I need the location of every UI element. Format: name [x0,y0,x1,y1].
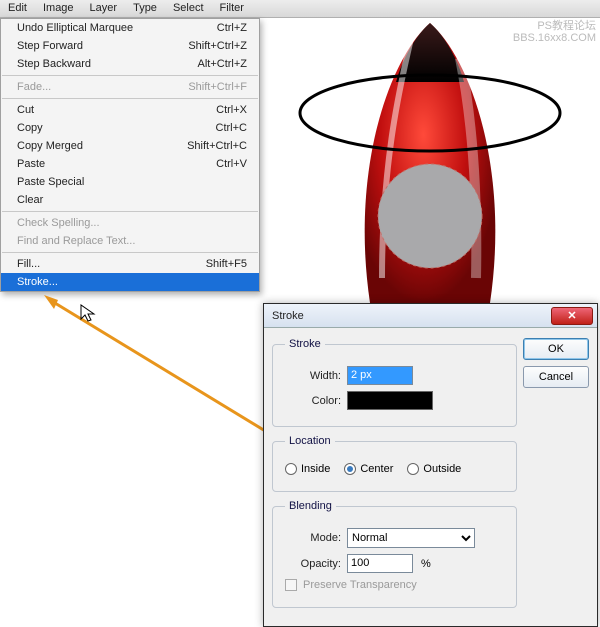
menu-layer[interactable]: Layer [82,0,126,17]
menu-item[interactable]: Step BackwardAlt+Ctrl+Z [1,55,259,73]
menu-item[interactable]: Paste Special [1,173,259,191]
stroke-dialog: Stroke ✕ Stroke Width: 2 px Color: Locat… [263,303,598,627]
menu-item[interactable]: Stroke... [1,273,259,291]
canvas-area: PS教程论坛BBS.16xx8.COM [260,18,600,303]
menu-edit[interactable]: Edit [0,0,35,17]
ok-button[interactable]: OK [523,338,589,360]
menu-item[interactable]: PasteCtrl+V [1,155,259,173]
menu-item[interactable]: Undo Elliptical MarqueeCtrl+Z [1,19,259,37]
menu-item: Find and Replace Text... [1,232,259,250]
menu-item[interactable]: Step ForwardShift+Ctrl+Z [1,37,259,55]
opacity-label: Opacity: [285,558,341,570]
menu-filter[interactable]: Filter [212,0,252,17]
dialog-title: Stroke [272,310,551,322]
cursor-icon [80,304,98,322]
blending-group: Blending Mode: Normal Opacity: 100 % Pre… [272,500,517,608]
menu-item: Check Spelling... [1,214,259,232]
menu-image[interactable]: Image [35,0,82,17]
radio-outside[interactable] [407,463,419,475]
menu-item[interactable]: Clear [1,191,259,209]
menu-type[interactable]: Type [125,0,165,17]
menu-item: Fade...Shift+Ctrl+F [1,78,259,96]
rocket-illustration [260,18,600,303]
edit-menu-dropdown: Undo Elliptical MarqueeCtrl+ZStep Forwar… [0,18,260,292]
menu-select[interactable]: Select [165,0,212,17]
menu-item[interactable]: Copy MergedShift+Ctrl+C [1,137,259,155]
radio-center[interactable] [344,463,356,475]
width-input[interactable]: 2 px [347,366,413,385]
mode-select[interactable]: Normal [347,528,475,548]
radio-inside[interactable] [285,463,297,475]
menu-item[interactable]: CutCtrl+X [1,101,259,119]
close-icon: ✕ [567,309,576,322]
width-label: Width: [285,370,341,382]
color-label: Color: [285,395,341,407]
menu-item[interactable]: CopyCtrl+C [1,119,259,137]
mode-label: Mode: [285,532,341,544]
annotation-line [40,295,300,495]
opacity-input[interactable]: 100 [347,554,413,573]
preserve-label: Preserve Transparency [303,579,417,591]
close-button[interactable]: ✕ [551,307,593,325]
cancel-button[interactable]: Cancel [523,366,589,388]
color-swatch[interactable] [347,391,433,410]
menu-item[interactable]: Fill...Shift+F5 [1,255,259,273]
preserve-checkbox[interactable] [285,579,297,591]
menu-bar: Edit Image Layer Type Select Filter [0,0,600,18]
stroke-group: Stroke Width: 2 px Color: [272,338,517,427]
watermark: PS教程论坛BBS.16xx8.COM [513,20,596,44]
dialog-titlebar[interactable]: Stroke ✕ [264,304,597,328]
location-group: Location Inside Center Outside [272,435,517,492]
